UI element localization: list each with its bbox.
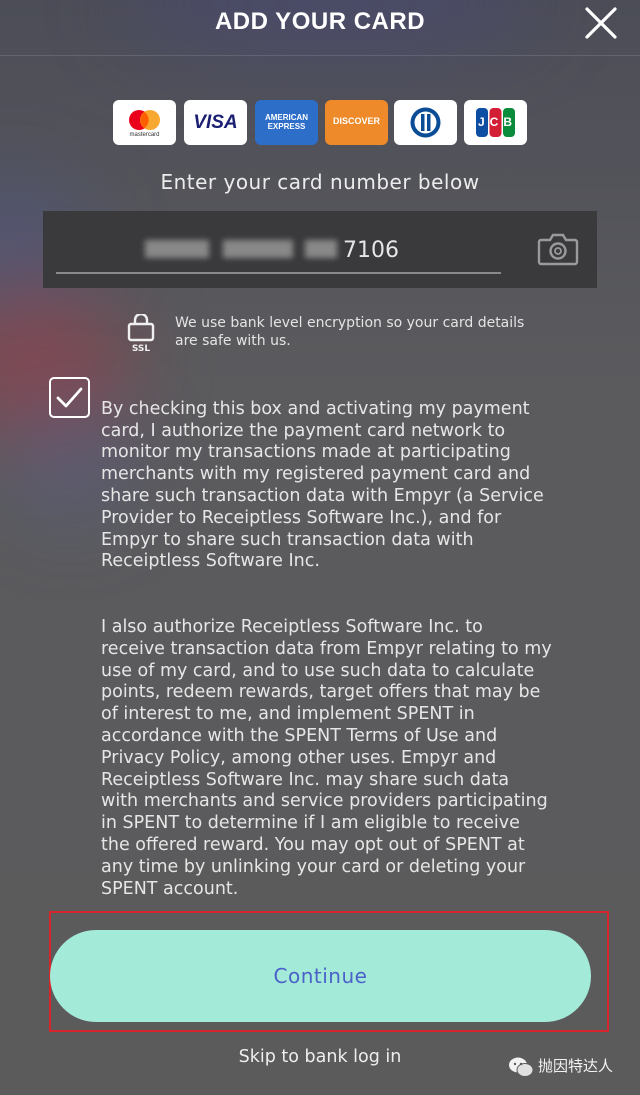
card-number-input[interactable] xyxy=(343,235,463,265)
consent-text: By checking this box and activating my p… xyxy=(101,377,581,944)
wechat-icon xyxy=(509,1057,534,1077)
continue-button[interactable]: Continue xyxy=(50,930,591,1022)
watermark: 抛因特达人 xyxy=(508,1054,626,1080)
consent-paragraph-1: By checking this box and activating my p… xyxy=(101,398,544,572)
input-underline xyxy=(56,272,501,274)
ssl-lock-icon: SSL xyxy=(126,312,156,354)
camera-icon[interactable] xyxy=(537,231,579,267)
masked-card-digits xyxy=(145,238,345,260)
security-note: SSL We use bank level encryption so your… xyxy=(126,312,546,354)
checkmark-icon xyxy=(56,387,83,408)
american-express-logo: AMERICAN EXPRESS xyxy=(255,100,318,145)
card-number-prompt: Enter your card number below xyxy=(160,170,480,194)
visa-label: VISA xyxy=(193,112,238,133)
card-brand-logos: mastercard VISA AMERICAN EXPRESS DISCOVE… xyxy=(113,100,527,146)
watermark-text: 抛因特达人 xyxy=(538,1057,614,1075)
card-number-field-container xyxy=(43,211,597,288)
modal-header: ADD YOUR CARD xyxy=(0,0,640,56)
ssl-label: SSL xyxy=(132,344,151,354)
page-title: ADD YOUR CARD xyxy=(214,8,426,35)
jcb-logo: JCB xyxy=(464,100,527,145)
close-icon[interactable] xyxy=(584,6,618,40)
consent-checkbox[interactable] xyxy=(49,377,90,418)
consent-paragraph-2: I also authorize Receiptless Software In… xyxy=(101,616,552,899)
security-text: We use bank level encryption so your car… xyxy=(175,315,525,349)
amex-label: AMERICAN EXPRESS xyxy=(264,113,309,131)
discover-label: DISCOVER xyxy=(332,116,380,126)
mastercard-logo: mastercard xyxy=(113,100,176,145)
diners-club-logo xyxy=(394,100,457,145)
visa-logo: VISA xyxy=(184,100,247,145)
jcb-label: JCB xyxy=(477,115,517,129)
discover-logo: DISCOVER xyxy=(325,100,388,145)
mastercard-label: mastercard xyxy=(129,132,160,138)
